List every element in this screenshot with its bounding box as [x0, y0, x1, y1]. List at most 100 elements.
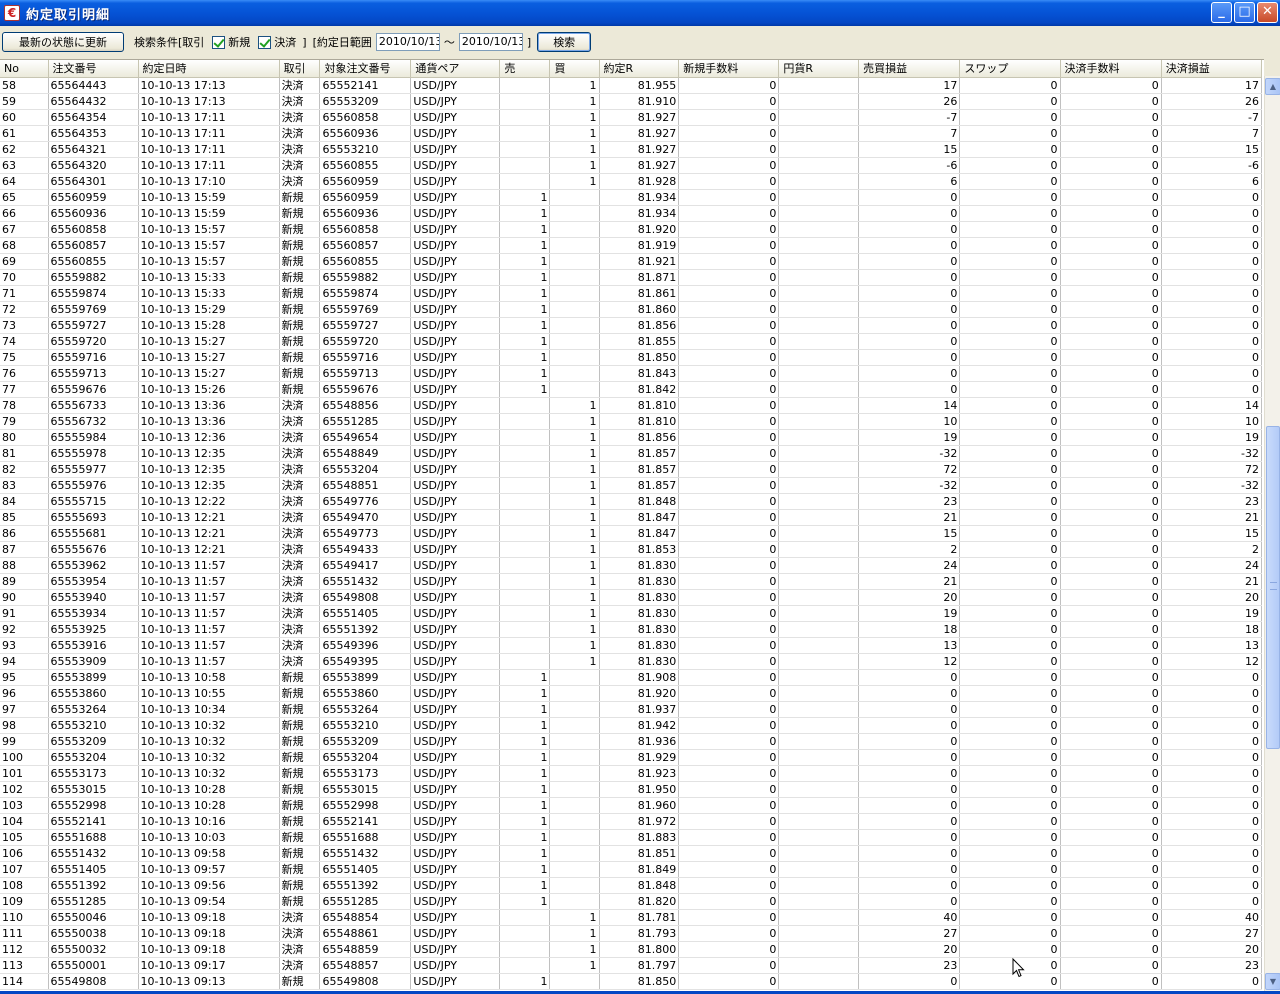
column-header[interactable]: 新規手数料 [678, 60, 780, 78]
table-row[interactable]: 92 65553925 10-10-13 11:57 決済 65551392 USD/JP… [0, 621, 1263, 638]
column-header[interactable]: 決済手数料 [1060, 60, 1162, 78]
table-row[interactable]: 94 65553909 10-10-13 11:57 決済 65549395 USD/JP… [0, 653, 1263, 670]
date-to-field[interactable]: 2010/10/13 [458, 33, 523, 51]
maximize-button[interactable]: □ [1234, 2, 1255, 23]
scroll-down-icon[interactable]: ▼ [1265, 973, 1280, 990]
table-row[interactable]: 65 65560959 10-10-13 15:59 新規 65560959 USD/JP… [0, 189, 1263, 206]
scroll-up-icon[interactable]: ▲ [1265, 78, 1280, 95]
table-row[interactable]: 71 65559874 10-10-13 15:33 新規 65559874 USD/JP… [0, 285, 1263, 302]
table-row[interactable]: 69 65560855 10-10-13 15:57 新規 65560855 USD/JP… [0, 253, 1263, 270]
table-row[interactable]: 95 65553899 10-10-13 10:58 新規 65553899 USD/JP… [0, 669, 1263, 686]
table-row[interactable]: 86 65555681 10-10-13 12:21 決済 65549773 USD/JP… [0, 525, 1263, 542]
table-row[interactable]: 62 65564321 10-10-13 17:11 決済 65553210 USD/JP… [0, 141, 1263, 158]
minimize-button[interactable]: _ [1211, 2, 1232, 23]
date-from-field[interactable]: 2010/10/13 [375, 33, 440, 51]
table-row[interactable]: 58 65564443 10-10-13 17:13 決済 65552141 USD/JP… [0, 77, 1263, 94]
table-cell: 10-10-13 15:27 [138, 333, 280, 350]
table-row[interactable]: 106 65551432 10-10-13 09:58 新規 65551432 USD/J… [0, 845, 1263, 862]
table-row[interactable]: 90 65553940 10-10-13 11:57 決済 65549808 USD/JP… [0, 589, 1263, 606]
table-row[interactable]: 91 65553934 10-10-13 11:57 決済 65551405 USD/JP… [0, 605, 1263, 622]
table-row[interactable]: 100 65553204 10-10-13 10:32 新規 65553204 USD/J… [0, 749, 1263, 766]
table-cell: 2 [858, 541, 961, 558]
table-row[interactable]: 108 65551392 10-10-13 09:56 新規 65551392 USD/J… [0, 877, 1263, 894]
table-row[interactable]: 68 65560857 10-10-13 15:57 新規 65560857 USD/JP… [0, 237, 1263, 254]
table-cell: USD/JPY [410, 621, 501, 638]
column-header[interactable]: 約定R [599, 60, 680, 78]
table-row[interactable]: 67 65560858 10-10-13 15:57 新規 65560858 USD/JP… [0, 221, 1263, 238]
table-row[interactable]: 63 65564320 10-10-13 17:11 決済 65560855 USD/JP… [0, 157, 1263, 174]
table-cell: 81.842 [599, 381, 680, 398]
close-button[interactable]: ✕ [1257, 2, 1278, 23]
table-cell: 88 [0, 557, 49, 574]
column-header[interactable]: 約定日時 [138, 60, 280, 78]
refresh-button[interactable]: 最新の状態に更新 [2, 32, 124, 52]
table-row[interactable]: 59 65564432 10-10-13 17:13 決済 65553209 USD/JP… [0, 93, 1263, 110]
table-row[interactable]: 74 65559720 10-10-13 15:27 新規 65559720 USD/JP… [0, 333, 1263, 350]
table-row[interactable]: 75 65559716 10-10-13 15:27 新規 65559716 USD/JP… [0, 349, 1263, 366]
column-header[interactable]: 取引 [279, 60, 321, 78]
table-row[interactable]: 60 65564354 10-10-13 17:11 決済 65560858 USD/JP… [0, 109, 1263, 126]
table-row[interactable]: 81 65555978 10-10-13 12:35 決済 65548849 USD/JP… [0, 445, 1263, 462]
table-row[interactable]: 76 65559713 10-10-13 15:27 新規 65559713 USD/JP… [0, 365, 1263, 382]
table-row[interactable]: 88 65553962 10-10-13 11:57 決済 65549417 USD/JP… [0, 557, 1263, 574]
table-row[interactable]: 78 65556733 10-10-13 13:36 決済 65548856 USD/JP… [0, 397, 1263, 414]
table-row[interactable]: 101 65553173 10-10-13 10:32 新規 65553173 USD/J… [0, 765, 1263, 782]
table-row[interactable]: 93 65553916 10-10-13 11:57 決済 65549396 USD/JP… [0, 637, 1263, 654]
table-cell: 1 [499, 269, 551, 286]
table-row[interactable]: 99 65553209 10-10-13 10:32 新規 65553209 USD/JP… [0, 733, 1263, 750]
table-row[interactable]: 89 65553954 10-10-13 11:57 決済 65551432 USD/JP… [0, 573, 1263, 590]
column-header[interactable]: No [0, 60, 49, 78]
table-cell: 20 [1161, 941, 1263, 958]
table-row[interactable]: 97 65553264 10-10-13 10:34 新規 65553264 USD/JP… [0, 701, 1263, 718]
table-row[interactable]: 104 65552141 10-10-13 10:16 新規 65552141 USD/J… [0, 813, 1263, 830]
scroll-thumb[interactable] [1266, 426, 1280, 749]
table-row[interactable]: 64 65564301 10-10-13 17:10 決済 65560959 USD/JP… [0, 173, 1263, 190]
table-cell: 40 [858, 909, 961, 926]
trade-table[interactable]: No 注文番号 約定日時 取引 対象注文番号 通貨ペア売買約定R 新規手数料 円貨R 売買損益ス… [0, 59, 1264, 991]
table-cell: 0 [678, 941, 780, 958]
table-row[interactable]: 70 65559882 10-10-13 15:33 新規 65559882 USD/JP… [0, 269, 1263, 286]
table-row[interactable]: 87 65555676 10-10-13 12:21 決済 65549433 USD/JP… [0, 541, 1263, 558]
table-row[interactable]: 61 65564353 10-10-13 17:11 決済 65560936 USD/JP… [0, 125, 1263, 142]
table-row[interactable]: 109 65551285 10-10-13 09:54 新規 65551285 USD/J… [0, 893, 1263, 910]
table-row[interactable]: 107 65551405 10-10-13 09:57 新規 65551405 USD/J… [0, 861, 1263, 878]
table-row[interactable]: 66 65560936 10-10-13 15:59 新規 65560936 USD/JP… [0, 205, 1263, 222]
table-row[interactable]: 79 65556732 10-10-13 13:36 決済 65551285 USD/JP… [0, 413, 1263, 430]
search-button[interactable]: 検索 [537, 32, 592, 52]
table-row[interactable]: 102 65553015 10-10-13 10:28 新規 65553015 USD/J… [0, 781, 1263, 798]
column-header[interactable]: 決済損益 [1161, 60, 1263, 78]
column-header[interactable]: スワップ [959, 60, 1061, 78]
table-row[interactable]: 77 65559676 10-10-13 15:26 新規 65559676 USD/JP… [0, 381, 1263, 398]
table-row[interactable]: 113 65550001 10-10-13 09:17 決済 65548857 USD/J… [0, 957, 1263, 974]
table-row[interactable]: 110 65550046 10-10-13 09:18 決済 65548854 USD/J… [0, 909, 1263, 926]
column-header[interactable]: 円貨R [778, 60, 860, 78]
table-row[interactable]: 84 65555715 10-10-13 12:22 決済 65549776 USD/JP… [0, 493, 1263, 510]
table-row[interactable]: 111 65550038 10-10-13 09:18 決済 65548861 USD/J… [0, 925, 1263, 942]
table-cell: 71 [0, 285, 49, 302]
table-row[interactable]: 105 65551688 10-10-13 10:03 新規 65551688 USD/J… [0, 829, 1263, 846]
column-header[interactable]: 通貨ペア [410, 60, 501, 78]
table-row[interactable]: 72 65559769 10-10-13 15:29 新規 65559769 USD/JP… [0, 301, 1263, 318]
table-row[interactable]: 96 65553860 10-10-13 10:55 新規 65553860 USD/JP… [0, 685, 1263, 702]
column-header[interactable]: 注文番号 [48, 60, 139, 78]
column-header[interactable]: 対象注文番号 [319, 60, 412, 78]
table-row[interactable]: 98 65553210 10-10-13 10:32 新規 65553210 USD/JP… [0, 717, 1263, 734]
vertical-scrollbar[interactable]: ▲ ▼ [1264, 76, 1280, 991]
column-header[interactable]: 売 [499, 60, 551, 78]
settle-checkbox[interactable] [258, 35, 272, 49]
table-row[interactable]: 73 65559727 10-10-13 15:28 新規 65559727 USD/JP… [0, 317, 1263, 334]
table-row[interactable]: 83 65555976 10-10-13 12:35 決済 65548851 USD/JP… [0, 477, 1263, 494]
new-checkbox[interactable] [212, 35, 226, 49]
table-cell: 65550001 [48, 957, 139, 974]
table-row[interactable]: 114 65549808 10-10-13 09:13 新規 65549808 USD/J… [0, 973, 1263, 990]
table-row[interactable]: 103 65552998 10-10-13 10:28 新規 65552998 USD/J… [0, 797, 1263, 814]
column-header[interactable]: 買 [549, 60, 600, 78]
table-row[interactable]: 80 65555984 10-10-13 12:36 決済 65549654 USD/JP… [0, 429, 1263, 446]
table-row[interactable]: 112 65550032 10-10-13 09:18 決済 65548859 USD/J… [0, 941, 1263, 958]
table-cell: 10-10-13 10:28 [138, 781, 280, 798]
table-cell: 新規 [279, 861, 321, 878]
column-header[interactable]: 売買損益 [858, 60, 961, 78]
table-cell: 65553209 [48, 733, 139, 750]
table-row[interactable]: 85 65555693 10-10-13 12:21 決済 65549470 USD/JP… [0, 509, 1263, 526]
table-row[interactable]: 82 65555977 10-10-13 12:35 決済 65553204 USD/JP… [0, 461, 1263, 478]
